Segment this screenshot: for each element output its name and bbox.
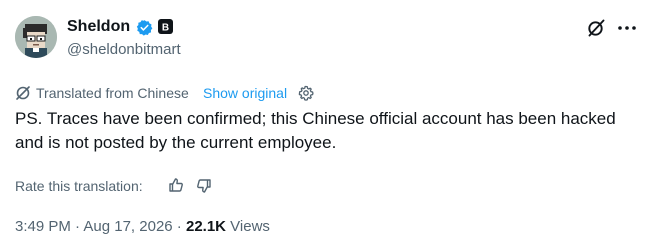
display-name[interactable]: Sheldon bbox=[67, 17, 130, 37]
rate-translation-label: Rate this translation: bbox=[15, 178, 143, 194]
meta-separator: · bbox=[172, 218, 186, 235]
translated-from-label: Translated from Chinese bbox=[36, 85, 189, 101]
tweet-time[interactable]: 3:49 PM bbox=[15, 218, 71, 235]
grok-icon[interactable] bbox=[586, 18, 606, 38]
tweet: Sheldon B @sheldonbitmart Translated fro… bbox=[0, 0, 656, 251]
more-dots-icon[interactable] bbox=[616, 18, 638, 38]
verified-badge-icon bbox=[136, 19, 153, 36]
thumbs-up-icon[interactable] bbox=[168, 177, 184, 193]
views-label: Views bbox=[226, 218, 270, 235]
affiliate-badge-icon[interactable]: B bbox=[158, 19, 173, 34]
tweet-text: PS. Traces have been confirmed; this Chi… bbox=[15, 109, 616, 152]
tweet-date[interactable]: Aug 17, 2026 bbox=[83, 218, 172, 235]
user-handle[interactable]: @sheldonbitmart bbox=[67, 40, 181, 60]
translate-icon bbox=[15, 85, 31, 101]
tweet-meta: 3:49 PM · Aug 17, 2026 · 22.1K Views bbox=[15, 217, 270, 237]
show-original-link[interactable]: Show original bbox=[203, 83, 287, 103]
views-count[interactable]: 22.1K bbox=[186, 218, 226, 235]
gear-icon[interactable] bbox=[298, 85, 314, 101]
thumbs-down-icon[interactable] bbox=[196, 178, 212, 194]
avatar[interactable] bbox=[15, 16, 57, 58]
svg-text:B: B bbox=[162, 23, 169, 34]
meta-separator: · bbox=[70, 218, 84, 235]
